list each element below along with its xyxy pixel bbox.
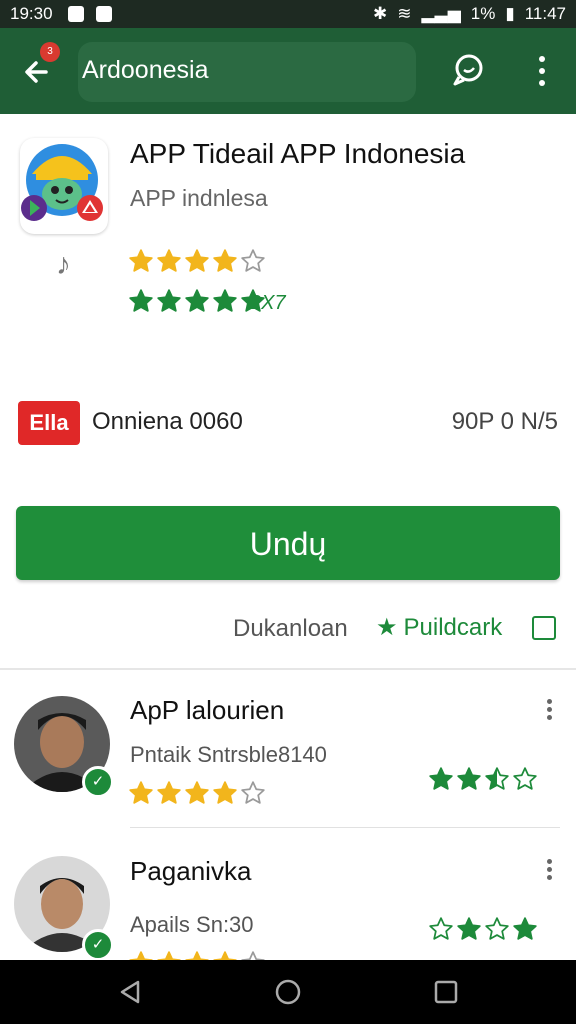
notification-icon bbox=[68, 6, 84, 22]
developer-name[interactable]: Onniena 0060 bbox=[92, 408, 243, 436]
star-empty-icon bbox=[241, 249, 265, 272]
review-subtitle: Pntaik Sntrsble8140 bbox=[130, 742, 327, 767]
star-filled-icon bbox=[129, 289, 153, 312]
music-note-icon: ♪ bbox=[56, 248, 71, 281]
search-input[interactable]: Ardoonesia bbox=[82, 56, 208, 85]
star-filled-icon bbox=[185, 249, 209, 272]
star-filled-icon bbox=[185, 289, 209, 312]
wishlist-label: Puildcark bbox=[403, 613, 503, 641]
star-filled-icon bbox=[129, 249, 153, 272]
review-divider bbox=[130, 827, 560, 828]
star-filled-icon bbox=[157, 289, 181, 312]
review-subtitle: Apails Sn:30 bbox=[130, 912, 254, 937]
star-half-icon bbox=[485, 767, 509, 790]
navigation-bar bbox=[0, 960, 576, 1024]
home-nav-icon[interactable] bbox=[274, 978, 302, 1011]
star-filled-icon bbox=[213, 289, 237, 312]
battery-percent: 1% bbox=[470, 4, 496, 23]
recents-nav-icon[interactable] bbox=[432, 978, 460, 1011]
signal-icon: ▂▃▅ bbox=[421, 4, 461, 23]
review-more-icon[interactable] bbox=[545, 857, 555, 881]
star-filled-icon bbox=[457, 917, 481, 940]
review-name: Paganivka bbox=[130, 856, 252, 886]
rating-secondary bbox=[128, 288, 266, 314]
star-filled-icon bbox=[513, 917, 537, 940]
review-rating-right bbox=[428, 766, 538, 792]
wishlist-link[interactable]: ★ Puildcark bbox=[376, 613, 502, 642]
status-bar: 19:30 ✱ ≋ ▂▃▅ 1% ▮ 11:47 bbox=[0, 0, 576, 28]
app-title: APP Tideail APP Indonesia bbox=[130, 138, 466, 169]
verified-badge-icon: ✓ bbox=[82, 766, 114, 798]
app-subtitle: APP indnlesa bbox=[130, 185, 268, 211]
star-filled-icon bbox=[129, 781, 153, 804]
status-time-left: 19:30 bbox=[10, 4, 53, 23]
star-empty-icon bbox=[513, 767, 537, 790]
star-filled-icon bbox=[457, 767, 481, 790]
chat-icon[interactable] bbox=[450, 52, 486, 88]
star-empty-icon bbox=[429, 917, 453, 940]
developer-meta: 90P 0 N/5 bbox=[451, 408, 558, 435]
star-filled-icon bbox=[157, 249, 181, 272]
wishlist-checkbox[interactable] bbox=[532, 616, 556, 640]
notification-badge: 3 bbox=[40, 42, 60, 62]
status-right: ✱ ≋ ▂▃▅ 1% ▮ 11:47 bbox=[373, 4, 566, 24]
app-icon bbox=[20, 138, 108, 234]
divider bbox=[0, 668, 576, 670]
rating-secondary-text: 2X7 bbox=[250, 292, 286, 314]
bluetooth-icon: ✱ bbox=[373, 4, 388, 23]
verified-badge-icon: ✓ bbox=[82, 929, 114, 961]
review-name: ApP lalourien bbox=[130, 695, 285, 725]
battery-icon: ▮ bbox=[505, 4, 515, 23]
star-filled-icon bbox=[429, 767, 453, 790]
star-empty-icon bbox=[241, 781, 265, 804]
back-nav-icon[interactable] bbox=[116, 978, 144, 1011]
more-vert-icon[interactable] bbox=[530, 54, 554, 88]
star-filled-icon bbox=[213, 781, 237, 804]
review-more-icon[interactable] bbox=[545, 697, 555, 721]
star-filled-icon bbox=[157, 781, 181, 804]
gallery-icon bbox=[96, 6, 112, 22]
rating-primary bbox=[128, 248, 266, 274]
status-time-right: 11:47 bbox=[524, 4, 566, 23]
star-empty-icon bbox=[485, 917, 509, 940]
developer-logo: Ella bbox=[18, 401, 80, 445]
star-filled-icon bbox=[213, 249, 237, 272]
review-rating-right bbox=[428, 916, 538, 942]
download-link[interactable]: Dukanloan bbox=[233, 615, 348, 643]
star-icon: ★ bbox=[376, 614, 398, 641]
star-filled-icon bbox=[185, 781, 209, 804]
review-rating-left bbox=[128, 780, 266, 806]
wifi-icon: ≋ bbox=[397, 4, 412, 23]
install-button[interactable]: Undų bbox=[16, 506, 560, 580]
